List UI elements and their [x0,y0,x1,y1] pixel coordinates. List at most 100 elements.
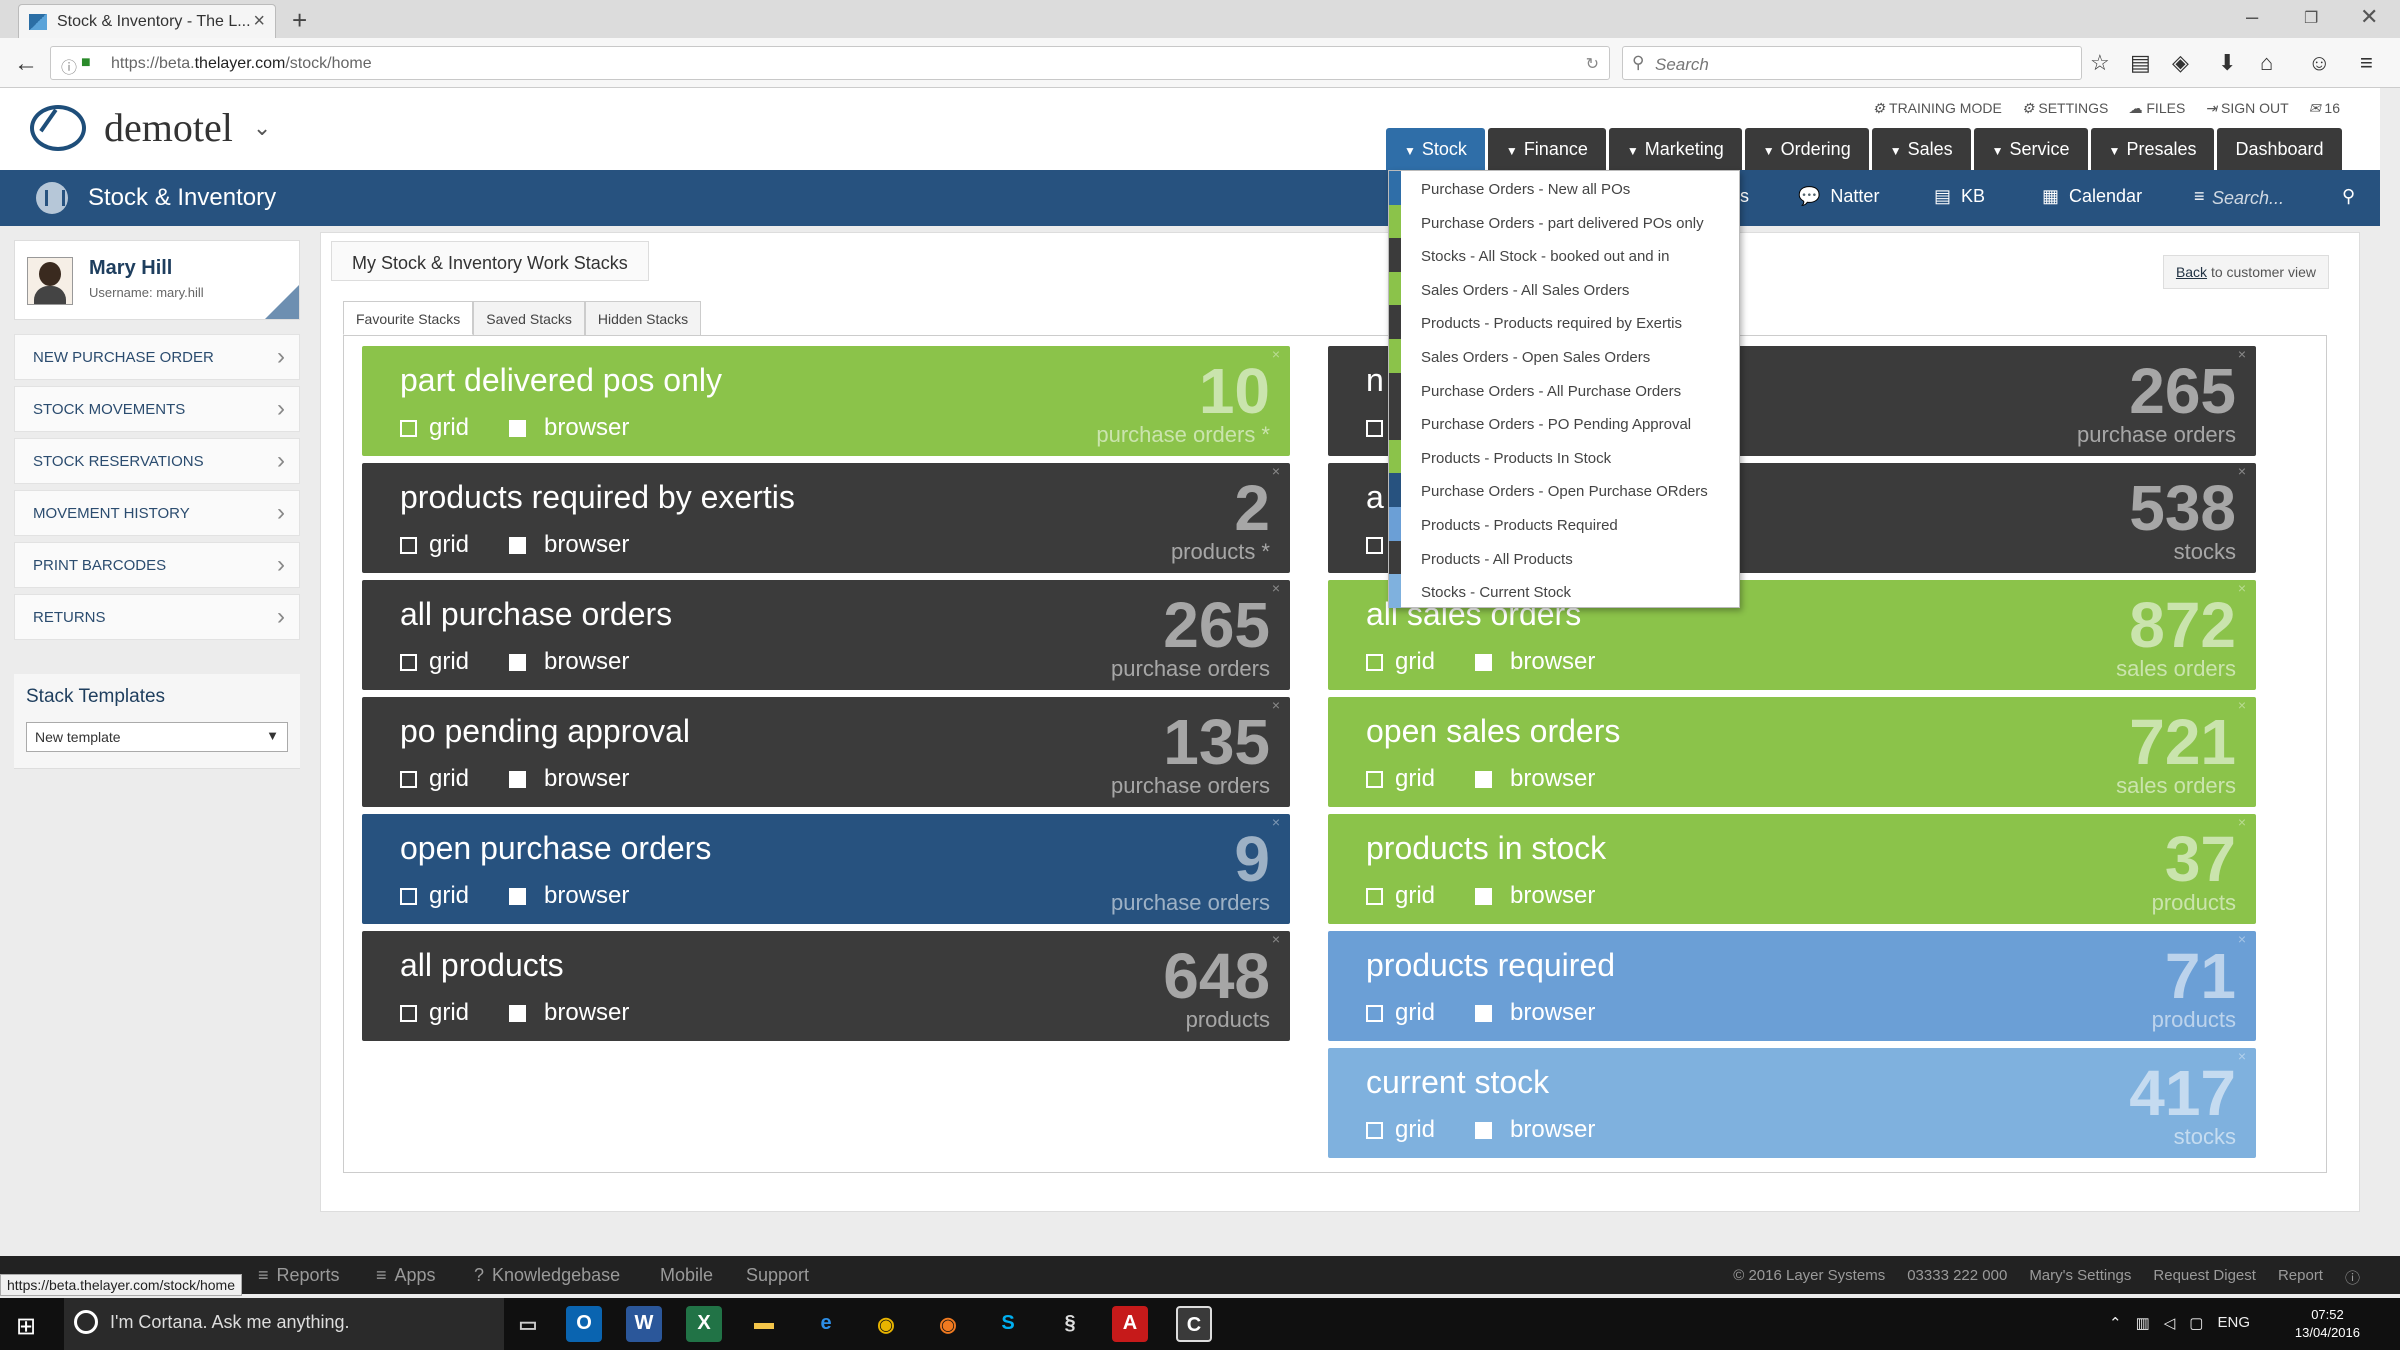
windows-start-icon[interactable]: ⊞ [16,1312,36,1341]
reload-icon[interactable]: ↻ [1586,54,1599,74]
stack-card[interactable]: products required by exertis grid browser 2… [362,463,1290,573]
browser-checkbox[interactable] [1475,653,1493,671]
notification-icon[interactable]: ▢ [2189,1314,2203,1332]
dropdown-item[interactable]: Products - Products required by Exertis [1389,305,1739,339]
sidebar-item-movement-history[interactable]: MOVEMENT HISTORY › [14,490,300,536]
reading-list-icon[interactable]: ▤ [2130,50,2151,76]
files-link[interactable]: ☁ FILES [2128,100,2185,117]
acrobat-icon[interactable]: A [1112,1306,1148,1342]
chevron-down-icon[interactable]: ⌄ [253,115,271,141]
natter-link[interactable]: 💬 Natter [1798,186,1879,207]
close-icon[interactable]: × [2238,346,2246,362]
stack-card[interactable]: products in stock grid browser 37 products × [1328,814,2256,924]
close-icon[interactable]: × [2238,697,2246,713]
sidebar-item-stock-reservations[interactable]: STOCK RESERVATIONS › [14,438,300,484]
close-icon[interactable]: × [1272,931,1280,947]
grid-checkbox[interactable] [1366,1004,1383,1022]
dropdown-item[interactable]: Products - Products Required [1389,506,1739,541]
back-to-customer-view[interactable]: Back to customer view [2162,255,2329,289]
footer-support[interactable]: Support [746,1265,809,1286]
browser-checkbox[interactable] [509,887,527,905]
footer-settings-link[interactable]: Mary's Settings [2029,1267,2131,1288]
grid-checkbox[interactable] [1366,770,1383,788]
calendar-link[interactable]: ▦ Calendar [2042,186,2142,207]
nav-marketing[interactable]: ▼ Marketing [1608,128,1742,170]
dropdown-item[interactable]: Stocks - Current Stock [1389,574,1739,608]
grid-checkbox[interactable] [1366,653,1383,671]
minimize-icon[interactable]: – [2246,4,2258,30]
dropdown-item[interactable]: Purchase Orders - PO Pending Approval [1389,406,1739,440]
browser-tab[interactable]: Stock & Inventory - The L... × [18,4,276,38]
footer-knowledgebase[interactable]: ? Knowledgebase [474,1265,620,1286]
chrome-icon[interactable]: ◉ [868,1306,904,1342]
dropdown-item[interactable]: Purchase Orders - part delivered POs onl… [1389,204,1739,239]
excel-icon[interactable]: X [686,1306,722,1342]
list-icon[interactable]: ≡ [2194,186,2205,207]
footer-request-digest[interactable]: Request Digest [2153,1267,2256,1288]
file-explorer-icon[interactable]: ▬ [746,1306,782,1342]
back-icon[interactable]: ← [14,50,38,78]
language-indicator[interactable]: ENG [2217,1314,2250,1332]
footer-apps[interactable]: ≡ Apps [376,1265,436,1286]
browser-checkbox[interactable] [509,1004,527,1022]
close-icon[interactable]: × [2238,931,2246,947]
nav-ordering[interactable]: ▼ Ordering [1744,128,1869,170]
nav-sales[interactable]: ▼ Sales [1871,128,1971,170]
nav-finance[interactable]: ▼ Finance [1487,128,1606,170]
grid-checkbox[interactable] [400,419,417,437]
search-icon[interactable]: ⚲ [2342,186,2355,207]
stack-card[interactable]: all products grid browser 648 products × [362,931,1290,1041]
nav-dashboard[interactable]: Dashboard [2217,128,2342,170]
task-view-icon[interactable]: ▭ [510,1306,546,1342]
grid-checkbox[interactable] [400,653,417,671]
browser-checkbox[interactable] [1475,770,1493,788]
close-icon[interactable]: × [2238,580,2246,596]
footer-report[interactable]: Report [2278,1267,2323,1288]
template-select[interactable]: New template ▼ [26,722,288,752]
tab-hidden-stacks[interactable]: Hidden Stacks [584,301,702,335]
tab-saved-stacks[interactable]: Saved Stacks [473,301,585,335]
dropdown-item[interactable]: Purchase Orders - All Purchase Orders [1389,372,1739,407]
grid-checkbox[interactable] [400,770,417,788]
browser-checkbox[interactable] [509,653,527,671]
firefox-icon[interactable]: ◉ [930,1306,966,1342]
sidebar-item-print-barcodes[interactable]: PRINT BARCODES › [14,542,300,588]
close-window-icon[interactable]: ✕ [2360,4,2378,30]
sidebar-item-new-purchase-order[interactable]: NEW PURCHASE ORDER › [14,334,300,380]
url-input[interactable]: ⓘ ■ https://beta.thelayer.com/stock/home… [50,46,1610,80]
sidebar-item-returns[interactable]: RETURNS › [14,594,300,640]
dropdown-item[interactable]: Purchase Orders - Open Purchase ORders [1389,473,1739,507]
browser-search-input[interactable]: ⚲ Search [1622,46,2082,80]
info-icon[interactable]: ⓘ [2345,1267,2360,1288]
camtasia-icon[interactable]: C [1176,1306,1212,1342]
app-search-input[interactable]: Search... [2212,182,2352,214]
stack-card[interactable]: current stock grid browser 417 stocks × [1328,1048,2256,1158]
skype-icon[interactable]: S [990,1306,1026,1342]
grid-checkbox[interactable] [1366,536,1383,554]
grid-checkbox[interactable] [400,887,417,905]
footer-mobile[interactable]: Mobile [660,1265,713,1286]
edge-icon[interactable]: e [808,1306,844,1342]
close-icon[interactable]: × [1272,346,1280,362]
close-icon[interactable]: × [1272,463,1280,479]
new-tab-icon[interactable]: + [292,5,307,36]
sign-out-link[interactable]: ⇥ SIGN OUT [2205,100,2288,117]
user-card-corner-icon[interactable] [265,285,299,319]
grid-checkbox[interactable] [400,536,417,554]
grid-checkbox[interactable] [1366,1121,1383,1139]
close-icon[interactable]: × [2238,1048,2246,1064]
stack-card[interactable]: open sales orders grid browser 721 sales ord… [1328,697,2256,807]
footer-reports[interactable]: ≡ Reports [258,1265,340,1286]
network-icon[interactable]: ▥ [2136,1314,2150,1332]
clock[interactable]: 07:52 13/04/2016 [2295,1306,2360,1342]
home-icon[interactable]: ⌂ [2260,50,2273,76]
nav-stock[interactable]: ▼ Stock [1386,128,1485,170]
dropdown-item[interactable]: Purchase Orders - New all POs [1389,171,1739,205]
dropdown-item[interactable]: Products - All Products [1389,540,1739,575]
app-logo[interactable]: demotel ⌄ [30,104,271,151]
sidebar-item-stock-movements[interactable]: STOCK MOVEMENTS › [14,386,300,432]
close-icon[interactable]: × [1272,814,1280,830]
tab-favourite-stacks[interactable]: Favourite Stacks [343,301,474,335]
kb-link[interactable]: ▤ KB [1934,186,1985,207]
pocket-icon[interactable]: ◈ [2172,50,2189,76]
